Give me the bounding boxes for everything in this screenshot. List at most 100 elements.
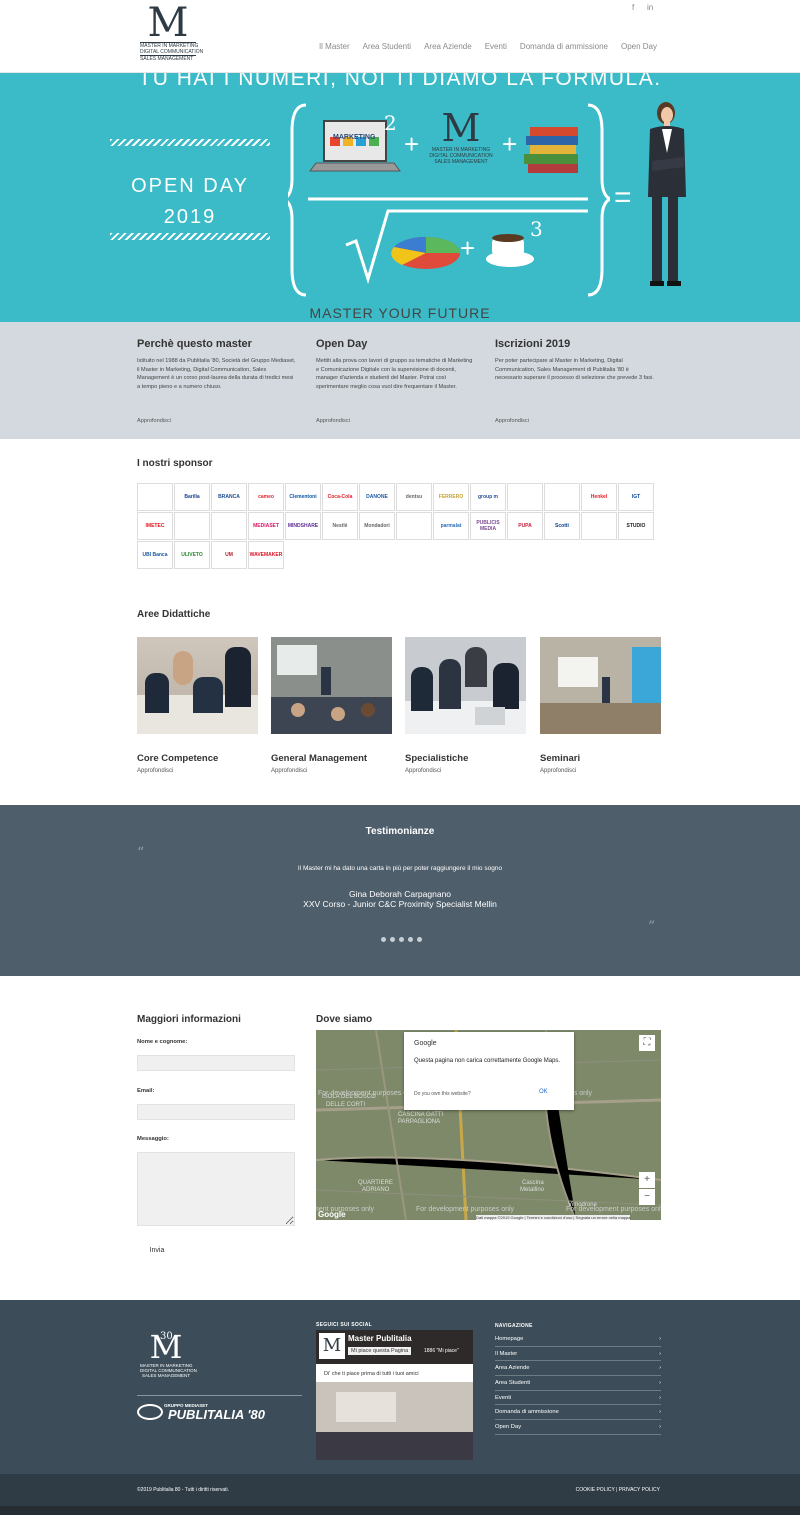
sponsor-logo[interactable] <box>581 512 617 540</box>
sponsor-logo[interactable]: MINDSHARE <box>285 512 321 540</box>
chevron-right-icon: › <box>659 1365 661 1372</box>
policy-links[interactable]: COOKIE POLICY | PRIVACY POLICY <box>576 1487 660 1493</box>
info-title: Open Day <box>316 338 368 350</box>
sponsor-logo[interactable]: Nestlé <box>322 512 358 540</box>
zoom-out-button[interactable]: − <box>639 1189 655 1205</box>
businesswoman-image <box>648 102 686 286</box>
sponsor-logo[interactable] <box>544 483 580 511</box>
area-card[interactable]: Specialistiche Approfondisci <box>405 637 526 774</box>
footer-nav-item[interactable]: Area Aziende › <box>495 1361 661 1377</box>
carousel-dot[interactable] <box>417 937 422 942</box>
plus-sign: + <box>460 233 476 263</box>
sponsor-logo[interactable]: Barilla <box>174 483 210 511</box>
sponsor-logo[interactable]: Mondadori <box>359 512 395 540</box>
area-card[interactable]: Seminari Approfondisci <box>540 637 661 774</box>
sponsor-logo[interactable]: group m <box>470 483 506 511</box>
sponsor-logo[interactable]: WAVEMAKER <box>248 541 284 569</box>
footer-nav-item[interactable]: Il Master › <box>495 1347 661 1362</box>
site-logo[interactable]: M MASTER IN MARKETING DIGITAL COMMUNICAT… <box>140 3 203 66</box>
approfondisci-link[interactable]: Approfondisci <box>495 418 529 424</box>
footer-nav-item[interactable]: Eventi › <box>495 1391 661 1406</box>
map-attribution[interactable]: Dati mappa ©2019 Google | Termini e cond… <box>476 1215 631 1220</box>
sponsor-logo[interactable]: Clementoni <box>285 483 321 511</box>
sponsor-logo[interactable] <box>137 483 173 511</box>
nav-open-day[interactable]: Open Day <box>621 42 657 51</box>
footer-nav-item[interactable]: Area Studenti › <box>495 1376 661 1391</box>
carousel-dot[interactable] <box>399 937 404 942</box>
footer-nav-label: Area Studenti <box>495 1380 531 1387</box>
sponsor-logo[interactable]: Henkel <box>581 483 617 511</box>
ok-button[interactable]: OK <box>539 1089 548 1095</box>
sponsor-logo[interactable]: ULIVETO <box>174 541 210 569</box>
name-field[interactable] <box>137 1055 295 1071</box>
testimonial-role: XXV Corso - Junior C&C Proximity Special… <box>303 899 497 909</box>
nav-area-aziende[interactable]: Area Aziende <box>424 42 472 51</box>
sponsor-logo[interactable]: DANONE <box>359 483 395 511</box>
sponsor-logo[interactable]: PUPA <box>507 512 543 540</box>
footer-nav-title: NAVIGAZIONE <box>495 1323 533 1329</box>
sponsor-logo[interactable]: Coca-Cola <box>322 483 358 511</box>
chevron-right-icon: › <box>659 1336 661 1342</box>
sponsor-logo[interactable] <box>396 512 432 540</box>
message-field[interactable] <box>137 1152 295 1226</box>
send-button[interactable]: Invia <box>137 1240 177 1260</box>
fullscreen-icon[interactable]: ⛶ <box>639 1035 655 1051</box>
google-map[interactable]: ISOLA DEL BOSCO DELLE CORTI CASCINA GATT… <box>316 1030 661 1220</box>
linkedin-icon[interactable]: in <box>647 3 653 12</box>
area-photo[interactable] <box>540 637 661 734</box>
nav-domanda-ammissione[interactable]: Domanda di ammissione <box>520 42 608 51</box>
sponsor-logo[interactable] <box>211 512 247 540</box>
fb-like-button[interactable]: Mi piace questa Pagina <box>348 1347 412 1355</box>
email-field[interactable] <box>137 1104 295 1120</box>
carousel-dot[interactable] <box>381 937 386 942</box>
sponsor-logo[interactable]: IGT <box>618 483 654 511</box>
area-card[interactable]: General Management Approfondisci <box>271 637 392 774</box>
facebook-widget[interactable]: M Master Publitalia Mi piace questa Pagi… <box>316 1330 473 1460</box>
sponsor-logo[interactable] <box>507 483 543 511</box>
approfondisci-link[interactable]: Approfondisci <box>271 768 392 774</box>
area-photo[interactable] <box>405 637 526 734</box>
exponent-3: 3 <box>530 217 543 241</box>
approfondisci-link[interactable]: Approfondisci <box>137 418 171 424</box>
area-card[interactable]: Core Competence Approfondisci <box>137 637 258 774</box>
carousel-dot[interactable] <box>408 937 413 942</box>
sponsor-logo[interactable]: UM <box>211 541 247 569</box>
zoom-in-button[interactable]: + <box>639 1172 655 1188</box>
footer-nav-item[interactable]: Domanda di ammissione › <box>495 1405 661 1421</box>
approfondisci-link[interactable]: Approfondisci <box>540 768 661 774</box>
sponsor-logo[interactable]: Scotti <box>544 512 580 540</box>
site-header: M MASTER IN MARKETING DIGITAL COMMUNICAT… <box>0 0 800 73</box>
sponsor-logo[interactable]: MEDIASET <box>248 512 284 540</box>
approfondisci-link[interactable]: Approfondisci <box>405 768 526 774</box>
carousel-dot[interactable] <box>390 937 395 942</box>
facebook-icon[interactable]: f <box>632 3 634 12</box>
sponsor-logo[interactable] <box>174 512 210 540</box>
hero-banner[interactable]: TU HAI I NUMERI, NOI TI DIAMO LA FORMULA… <box>0 73 800 322</box>
sponsor-logo[interactable]: FERRERO <box>433 483 469 511</box>
sponsor-logo[interactable]: IMETEC <box>137 512 173 540</box>
area-photo[interactable] <box>271 637 392 734</box>
footer-nav-item[interactable]: Open Day › <box>495 1420 661 1435</box>
sponsor-logo[interactable]: parmalat <box>433 512 469 540</box>
nav-eventi[interactable]: Eventi <box>485 42 507 51</box>
dialog-question[interactable]: Do you own this website? <box>414 1091 471 1097</box>
message-label: Messaggio: <box>137 1136 169 1142</box>
info-column: Iscrizioni 2019 Per poter partecipare al… <box>495 338 655 424</box>
map-place-label: QUARTIERE <box>358 1180 393 1186</box>
sponsor-logo[interactable]: PUBLICIS MEDIA <box>470 512 506 540</box>
approfondisci-link[interactable]: Approfondisci <box>137 768 258 774</box>
footer-nav-item[interactable]: Homepage › <box>495 1332 661 1347</box>
footer-logo[interactable]: M 30 MASTER IN MARKETING DIGITAL COMMUNI… <box>140 1331 197 1378</box>
nav-il-master[interactable]: Il Master <box>319 42 350 51</box>
sponsor-logo[interactable]: UBI Banca <box>137 541 173 569</box>
publitalia-logo[interactable]: PUBLITALIA '80 <box>168 1407 265 1422</box>
area-photo[interactable] <box>137 637 258 734</box>
fb-page-name[interactable]: Master Publitalia <box>348 1334 412 1343</box>
nav-area-studenti[interactable]: Area Studenti <box>363 42 411 51</box>
sponsor-logo[interactable]: BRANCA <box>211 483 247 511</box>
sponsor-logo[interactable]: cameo <box>248 483 284 511</box>
sponsor-logo[interactable]: dentsu <box>396 483 432 511</box>
sponsor-grid: Barilla BRANCA cameo Clementoni Coca-Cola DAN… <box>137 483 657 569</box>
sponsor-logo[interactable]: STUDIO <box>618 512 654 540</box>
approfondisci-link[interactable]: Approfondisci <box>316 418 350 424</box>
